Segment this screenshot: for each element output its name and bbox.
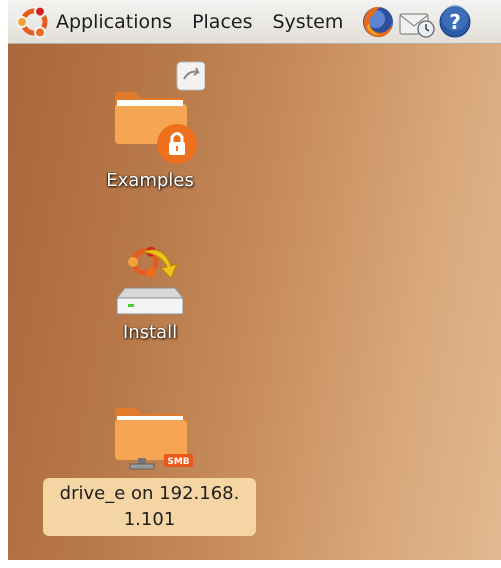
- drive-e-label[interactable]: drive_e on 192.168. 1.101: [43, 478, 256, 536]
- drive-e-label-line1: drive_e on 192.168.: [59, 483, 240, 504]
- applications-menu[interactable]: Applications: [52, 0, 182, 44]
- top-panel: Applications Places System ?: [8, 0, 501, 44]
- examples-desktop-icon[interactable]: Examples: [90, 60, 210, 191]
- firefox-icon[interactable]: [359, 3, 397, 41]
- svg-text:?: ?: [450, 10, 462, 34]
- drive-e-label-line2: 1.101: [123, 509, 176, 530]
- folder-link-locked-icon: [115, 61, 205, 164]
- drive-e-desktop-icon[interactable]: SMB: [90, 398, 210, 476]
- installer-drive-icon: [115, 246, 185, 315]
- smb-badge: SMB: [167, 457, 189, 467]
- install-label: Install: [122, 322, 178, 343]
- install-desktop-icon[interactable]: Install: [90, 236, 210, 343]
- ubuntu-logo-icon[interactable]: [16, 4, 52, 40]
- main-menu: Applications Places System: [52, 0, 353, 43]
- help-icon[interactable]: ?: [437, 4, 473, 40]
- desktop[interactable]: Applications Places System ? Examples In…: [8, 0, 501, 560]
- network-share-folder-icon: SMB: [115, 408, 193, 470]
- system-menu[interactable]: System: [262, 0, 353, 44]
- panel-launchers: ?: [359, 3, 473, 41]
- mail-notification-icon[interactable]: [397, 3, 437, 41]
- places-menu[interactable]: Places: [182, 0, 262, 44]
- examples-label: Examples: [106, 170, 194, 191]
